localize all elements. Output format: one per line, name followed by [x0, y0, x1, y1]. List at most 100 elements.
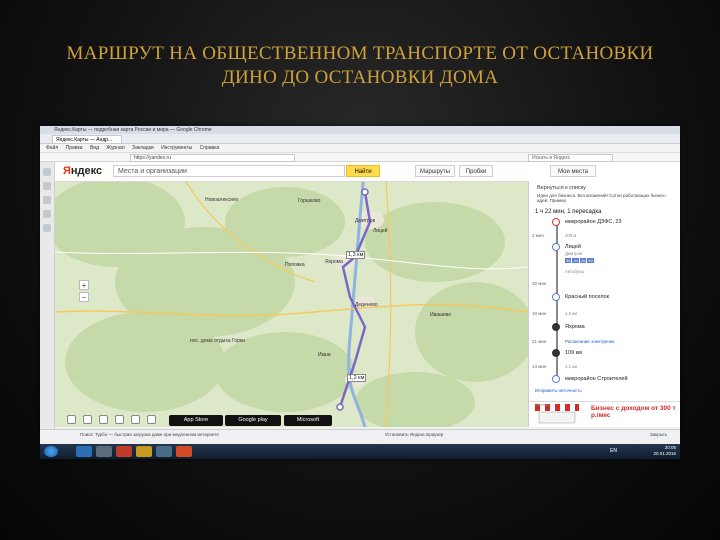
step-time: 14 мин	[532, 364, 547, 369]
town-label: Икша	[318, 352, 331, 358]
step-time: 20 мин	[532, 281, 547, 286]
stop-marker	[552, 243, 560, 251]
map-search-input[interactable]: Места и организации	[113, 165, 345, 177]
left-toolbar	[40, 162, 55, 438]
app-store-button[interactable]: App Store	[169, 415, 223, 426]
yandex-logo-letter: Я	[63, 165, 71, 177]
close-statusbar-button[interactable]: Закрыть	[650, 430, 667, 439]
map-terrain	[55, 162, 528, 427]
report-error-link[interactable]: Исправить неточность	[535, 388, 582, 393]
start-button-icon[interactable]	[44, 446, 58, 457]
window-title-bar: Яндекс.Карты — подробная карта России и …	[40, 126, 680, 134]
find-button[interactable]: Найти	[346, 165, 380, 177]
slide-title-line2: ДИНО ДО ОСТАНОВКИ ДОМА	[221, 67, 499, 88]
browser-search-box[interactable]: Искать в Яндекс	[528, 154, 613, 162]
step-time: 2 мин	[532, 233, 544, 238]
ad-text[interactable]: Идеи для бизнеса. Без вложений! Сотни ра…	[537, 193, 675, 203]
media-icon[interactable]	[156, 446, 172, 457]
shop-awning-icon	[535, 404, 579, 424]
language-indicator[interactable]: EN	[610, 448, 617, 454]
step-time: 10 мин	[532, 311, 547, 316]
back-to-list-link[interactable]: Вернуться к списку	[537, 185, 586, 191]
step-time: 21 мин	[532, 339, 547, 344]
town-label: Новоалексино	[205, 197, 239, 203]
map-canvas[interactable]: Новоалексино Горшково Дмитров Лицей Икша…	[55, 162, 528, 427]
town-label: пос. дома отдыха Горки	[190, 338, 245, 344]
bus-number-list: 36 34 26 43	[565, 258, 595, 263]
yandex-logo-rest: ндекс	[70, 165, 103, 177]
microsoft-store-button[interactable]: Microsoft	[284, 415, 332, 426]
step-note: 1,5 км	[565, 311, 578, 316]
download-icon[interactable]	[43, 196, 51, 204]
stop-label: 109 км	[565, 350, 582, 356]
system-clock[interactable]: 20:05 20.01.2016	[653, 445, 676, 457]
zoom-out-button[interactable]: −	[79, 292, 89, 302]
zoom-in-button[interactable]: +	[79, 280, 89, 290]
stop-marker	[552, 218, 560, 226]
extension-icon[interactable]	[43, 224, 51, 232]
ad-banner[interactable]: Бизнес с доходом от 300 т р./мес Реклама	[529, 401, 680, 426]
stop-marker	[552, 293, 560, 301]
status-bar-text: Поиск: Турбо — быстрая загрузка даже при…	[80, 432, 219, 437]
install-browser-link[interactable]: Установить Яндекс.Браузер	[385, 430, 443, 439]
bus-number-badge: 26	[579, 258, 587, 263]
tab-bar: Яндекс.Карты — Андр...	[40, 134, 680, 144]
town-label: Дмитров	[355, 218, 376, 224]
stop-marker	[552, 323, 560, 331]
menu-item-view[interactable]: Вид	[90, 145, 99, 151]
browser-status-bar: Поиск: Турбо — быстрая загрузка даже при…	[40, 429, 680, 439]
layers-icon[interactable]	[147, 415, 156, 424]
menu-item-history[interactable]: Журнал	[106, 145, 124, 151]
menu-item-edit[interactable]: Правка	[66, 145, 83, 151]
slide-title: МАРШРУТ НА ОБЩЕСТВЕННОМ ТРАНСПОРТЕ ОТ ОС…	[40, 42, 680, 90]
menu-item-bookmarks[interactable]: Закладки	[132, 145, 154, 151]
link-icon[interactable]	[99, 415, 108, 424]
bookmark-icon[interactable]	[43, 168, 51, 176]
explorer-icon[interactable]	[76, 446, 92, 457]
menu-bar: Файл Правка Вид Журнал Закладки Инструме…	[40, 144, 680, 153]
mail-icon[interactable]	[131, 415, 140, 424]
menu-item-tools[interactable]: Инструменты	[161, 145, 192, 151]
route-distance-badge: 1,2 км	[347, 374, 367, 382]
panorama-icon[interactable]	[115, 415, 124, 424]
stop-label: Яхрома	[565, 324, 585, 330]
history-icon[interactable]	[43, 182, 51, 190]
google-play-button[interactable]: Google play	[225, 415, 281, 426]
step-note: Автобусы	[565, 269, 585, 274]
chrome-icon[interactable]	[136, 446, 152, 457]
step-note: Дмитров	[565, 251, 583, 256]
menu-item-file[interactable]: Файл	[46, 145, 58, 151]
yandex-logo[interactable]: Яндекс	[63, 165, 102, 177]
traffic-button[interactable]: Пробки	[459, 165, 493, 177]
my-places-button[interactable]: Мои места	[550, 165, 596, 177]
stop-label: Лицей	[565, 244, 581, 250]
powerpoint-icon[interactable]	[176, 446, 192, 457]
stop-label: микрорайон Строителей	[565, 376, 628, 382]
ruler-icon[interactable]	[67, 415, 76, 424]
menu-item-help[interactable]: Справка	[200, 145, 220, 151]
browser-screenshot: Яндекс.Карты — подробная карта России и …	[40, 126, 680, 459]
folder-icon[interactable]	[96, 446, 112, 457]
bus-number-badge: 34	[572, 258, 579, 263]
route-distance-badge: 1,3 км	[346, 251, 366, 259]
windows-taskbar: EN 20:05 20.01.2016	[40, 444, 680, 459]
train-schedule-link[interactable]: Расписание электричек	[565, 339, 614, 344]
address-bar[interactable]: https://yandex.ru	[130, 154, 295, 162]
stop-marker	[552, 349, 560, 357]
town-label: Ивашево	[430, 312, 452, 318]
map-bottom-bar: App Store Google play Microsoft	[55, 415, 528, 427]
settings-icon[interactable]	[43, 210, 51, 218]
window-title: Яндекс.Карты — подробная карта России и …	[54, 127, 212, 133]
town-label: Горшково	[298, 198, 321, 204]
stop-label: Красный поселок	[565, 294, 610, 300]
town-label: Лицей	[373, 228, 388, 234]
browser-tab[interactable]: Яндекс.Карты — Андр...	[52, 135, 122, 143]
print-icon[interactable]	[83, 415, 92, 424]
town-label: Поповка	[285, 262, 305, 268]
bus-number-badge: 43	[587, 258, 594, 263]
stop-marker	[552, 375, 560, 383]
opera-icon[interactable]	[116, 446, 132, 457]
routes-button[interactable]: Маршруты	[415, 165, 455, 177]
step-note: 200 м	[565, 233, 577, 238]
banner-label: Реклама	[535, 403, 550, 407]
